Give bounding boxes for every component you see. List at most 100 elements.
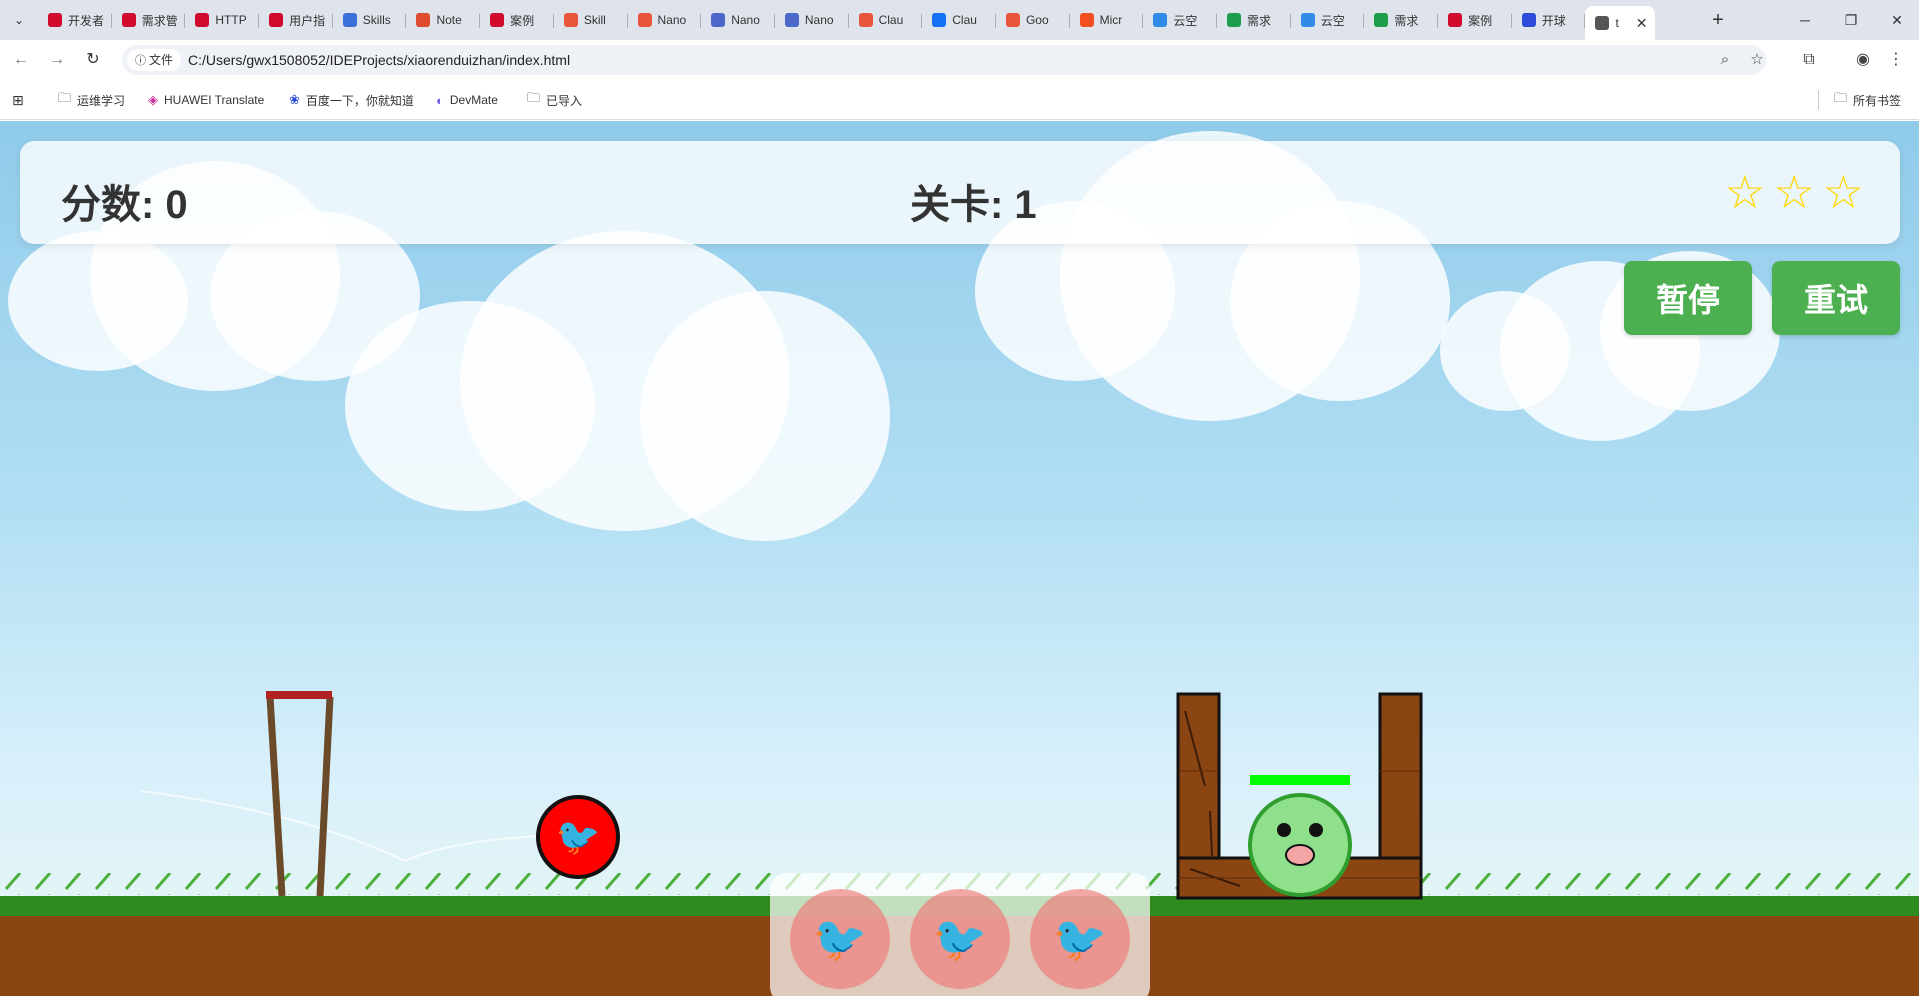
trajectory-trail xyxy=(139,790,541,863)
tab-title: Skills xyxy=(362,13,391,27)
profile-icon[interactable]: ◉ xyxy=(1851,48,1875,72)
browser-tab[interactable]: 案例 xyxy=(1438,6,1512,34)
bookmark-label: 运维学习 xyxy=(77,93,126,108)
browser-tab[interactable]: 需求 xyxy=(1364,6,1438,34)
tab-title: 需求 xyxy=(1394,13,1419,28)
translate-icon: ◈ xyxy=(148,92,158,107)
forward-arrow-icon[interactable]: → xyxy=(45,48,69,72)
new-tab-plus-icon[interactable]: + xyxy=(1706,8,1730,32)
bookmark-devmate[interactable]: ◐ DevMate xyxy=(436,91,498,109)
folder-icon: 🗀 xyxy=(527,90,541,105)
browser-tab[interactable]: 案例 xyxy=(480,6,554,34)
back-arrow-icon[interactable]: ← xyxy=(9,48,33,72)
game-scene: 🐦 xyxy=(0,691,1919,996)
nano-icon xyxy=(563,13,578,27)
globe-icon xyxy=(1595,16,1610,30)
browser-tab[interactable]: HTTP xyxy=(185,6,259,34)
remaining-bird: 🐦 xyxy=(1030,889,1130,989)
huawei-icon xyxy=(1448,13,1463,27)
browser-tab[interactable]: 开发者 xyxy=(38,6,112,34)
bookmark-baidu[interactable]: ❀ 百度一下，你就知道 xyxy=(289,91,414,109)
tab-title: HTTP xyxy=(215,13,247,27)
site-info-label: 文件 xyxy=(149,53,174,67)
huawei-icon xyxy=(48,13,62,27)
browser-tab[interactable]: 开球 xyxy=(1512,6,1586,34)
tab-title: 开发者 xyxy=(68,13,105,28)
extensions-icon[interactable]: ⧉ xyxy=(1797,48,1821,72)
active-bird: 🐦 xyxy=(536,795,620,879)
browser-tab[interactable]: 用户指 xyxy=(259,6,333,34)
all-bookmarks-folder[interactable]: 🗀 所有书签 xyxy=(1834,90,1902,109)
browser-tab[interactable]: Nano xyxy=(701,6,775,34)
bookmark-star-icon[interactable]: ☆ xyxy=(1746,49,1768,71)
browser-tab[interactable]: Micr xyxy=(1070,6,1144,34)
pig-eye xyxy=(1277,823,1291,837)
note-icon xyxy=(416,13,431,27)
close-window-icon[interactable]: ✕ xyxy=(1882,8,1912,32)
tab-title: Clau xyxy=(952,13,977,27)
address-bar[interactable]: ⓘ 文件 C:/Users/gwx1508052/IDEProjects/xiao… xyxy=(122,45,1766,75)
browser-tab[interactable]: Nano xyxy=(628,6,702,34)
reload-icon[interactable]: ↻ xyxy=(81,48,105,72)
browser-tab[interactable]: Goo xyxy=(996,6,1070,34)
browser-tab[interactable]: 云空 xyxy=(1143,6,1217,34)
game-canvas[interactable]: 分数: 0 关卡: 1 ☆ ☆ ☆ 暂停 重试 🐦 🐦 🐦 🐦 xyxy=(0,121,1919,996)
slingshot xyxy=(266,691,334,897)
bookmarks-divider xyxy=(1818,90,1819,110)
remaining-birds-tray: 🐦 🐦 🐦 xyxy=(770,873,1150,996)
browser-tab[interactable]: Clau xyxy=(849,6,923,34)
browser-tab[interactable]: Skill xyxy=(554,6,628,34)
bookmark-huawei-translate[interactable]: ◈ HUAWEI Translate xyxy=(148,91,264,109)
bird-icon: 🐦 xyxy=(812,914,868,965)
huawei-icon xyxy=(269,13,284,27)
chevron-icon xyxy=(711,13,726,27)
bird-icon: 🐦 xyxy=(932,914,988,965)
tab-title: 案例 xyxy=(1468,13,1493,28)
bookmark-label: 已导入 xyxy=(546,93,583,108)
tab-title: 云空 xyxy=(1320,13,1345,28)
url-text[interactable]: C:/Users/gwx1508052/IDEProjects/xiaorend… xyxy=(188,45,570,75)
browser-tab[interactable]: Nano xyxy=(775,6,849,34)
browser-tab[interactable]: Clau xyxy=(922,6,996,34)
zoom-icon[interactable]: ⌕ xyxy=(1714,49,1736,71)
browser-tab[interactable]: Note xyxy=(406,6,480,34)
menu-kebab-icon[interactable]: ⋮ xyxy=(1884,48,1908,72)
chevron-icon xyxy=(784,13,799,27)
tab-title: Clau xyxy=(878,13,904,27)
nano-icon xyxy=(1005,13,1020,27)
pig-health-fill xyxy=(1250,775,1350,785)
minimize-icon[interactable]: ─ xyxy=(1790,8,1820,32)
bookmark-label: 百度一下，你就知道 xyxy=(305,93,414,108)
address-toolbar: ← → ↻ ⓘ 文件 C:/Users/gwx1508052/IDEProject… xyxy=(0,40,1919,80)
browser-tab-strip: ⌄ 开发者 需求管 HTTP 用户指 Skills Note 案例 Skill Nano Nano… xyxy=(0,0,1919,40)
browser-tab[interactable]: t ✕ xyxy=(1585,6,1656,40)
browser-tab[interactable]: 需求管 xyxy=(112,6,186,34)
bookmark-yunwei[interactable]: 🗀 运维学习 xyxy=(58,90,126,109)
tab-title: 案例 xyxy=(510,13,535,28)
devmate-icon: ◐ xyxy=(436,92,444,108)
tab-title: 开球 xyxy=(1541,13,1566,28)
baidu-paw-icon: ❀ xyxy=(289,92,300,107)
browser-tab[interactable]: 需求 xyxy=(1217,6,1291,34)
tab-search-chevron-icon[interactable]: ⌄ xyxy=(9,10,29,30)
bookmark-label: HUAWEI Translate xyxy=(164,93,265,107)
pig-snout xyxy=(1285,844,1315,866)
browser-tab[interactable]: 云空 xyxy=(1291,6,1365,34)
close-tab-icon[interactable]: ✕ xyxy=(1636,15,1648,32)
skills-icon xyxy=(342,13,357,27)
cloud-icon xyxy=(1153,13,1168,27)
apps-grid-icon[interactable]: ⊞ xyxy=(12,91,24,109)
huawei-icon xyxy=(121,13,136,27)
site-info-chip[interactable]: ⓘ 文件 xyxy=(127,49,182,71)
bookmark-imported[interactable]: 🗀 已导入 xyxy=(527,90,583,109)
huawei-icon xyxy=(195,13,210,27)
tab-title: Micr xyxy=(1099,13,1123,27)
bird-icon: 🐦 xyxy=(1052,914,1108,965)
browser-tab[interactable]: Skills xyxy=(333,6,407,34)
restore-icon[interactable]: ❐ xyxy=(1836,8,1866,32)
folder-icon: 🗀 xyxy=(58,90,72,105)
slingshot-band xyxy=(266,691,332,699)
all-bookmarks-label: 所有书签 xyxy=(1853,93,1902,108)
huawei-icon xyxy=(490,13,505,27)
nano-icon xyxy=(858,13,873,27)
